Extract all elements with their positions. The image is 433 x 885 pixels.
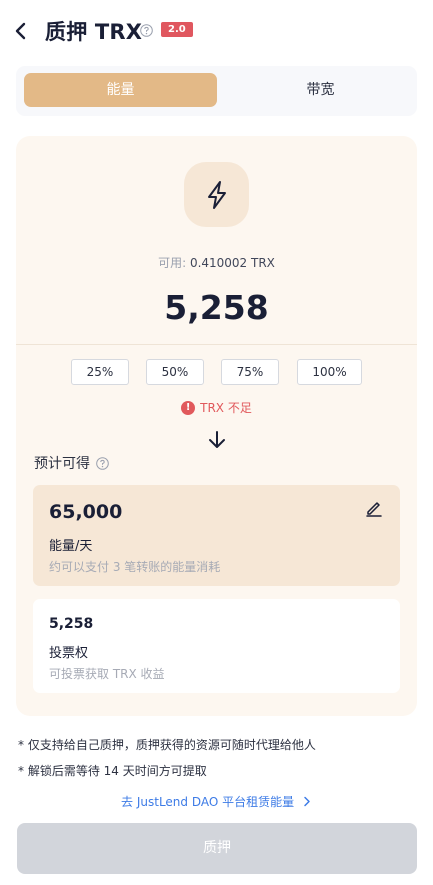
percent-100-button[interactable]: 100%	[297, 359, 362, 385]
chevron-left-icon	[15, 22, 26, 40]
note-self-stake: * 仅支持给自己质押，质押获得的资源可随时代理给他人	[18, 738, 316, 752]
tab-bandwidth[interactable]: 带宽	[224, 73, 417, 107]
insufficient-warning: ! TRX 不足	[16, 399, 417, 416]
alert-icon: !	[181, 400, 196, 415]
header: 质押 TRX 2.0	[0, 0, 433, 62]
energy-badge	[184, 162, 249, 227]
energy-hint: 约可以支付 3 笔转账的能量消耗	[49, 560, 221, 574]
stake-amount-input[interactable]: 5,258	[16, 288, 417, 327]
available-value: 0.410002 TRX	[189, 256, 275, 270]
warning-text: TRX 不足	[200, 401, 252, 415]
back-button[interactable]	[10, 18, 32, 44]
chevron-right-icon	[304, 796, 310, 807]
help-icon[interactable]	[96, 456, 109, 470]
available-label: 可用:	[158, 256, 190, 270]
estimate-label: 预计可得	[34, 456, 90, 472]
energy-unit: 能量/天	[49, 539, 93, 554]
lightning-icon	[207, 180, 226, 209]
percent-25-button[interactable]: 25%	[71, 359, 129, 385]
arrow-down-icon	[209, 431, 225, 448]
divider	[16, 344, 417, 345]
available-balance: 可用: 0.410002 TRX	[16, 254, 417, 271]
votes-unit: 投票权	[49, 646, 89, 661]
estimate-heading: 预计可得	[34, 453, 109, 473]
votes-estimate-box: 5,258 投票权 可投票获取 TRX 收益	[33, 599, 400, 693]
tab-energy[interactable]: 能量	[24, 73, 217, 107]
stake-button[interactable]: 质押	[17, 823, 417, 874]
link-text: 去 JustLend DAO 平台租赁能量	[121, 795, 295, 809]
percent-75-button[interactable]: 75%	[221, 359, 279, 385]
justlend-rent-link[interactable]: 去 JustLend DAO 平台租赁能量	[0, 793, 433, 810]
votes-value: 5,258	[49, 616, 94, 632]
edit-pencil-icon[interactable]	[365, 499, 383, 517]
energy-value: 65,000	[49, 501, 123, 523]
page-title: 质押 TRX	[45, 20, 143, 44]
votes-hint: 可投票获取 TRX 收益	[49, 667, 165, 681]
version-badge: 2.0	[161, 22, 193, 37]
help-icon[interactable]	[140, 24, 153, 37]
stake-card: 可用: 0.410002 TRX 5,258 25% 50% 75% 100% …	[16, 136, 417, 716]
note-unlock-wait: * 解锁后需等待 14 天时间方可提取	[18, 764, 207, 778]
energy-estimate-box: 65,000 能量/天 约可以支付 3 笔转账的能量消耗	[33, 485, 400, 586]
resource-tabs: 能量 带宽	[16, 66, 417, 116]
percent-50-button[interactable]: 50%	[146, 359, 204, 385]
